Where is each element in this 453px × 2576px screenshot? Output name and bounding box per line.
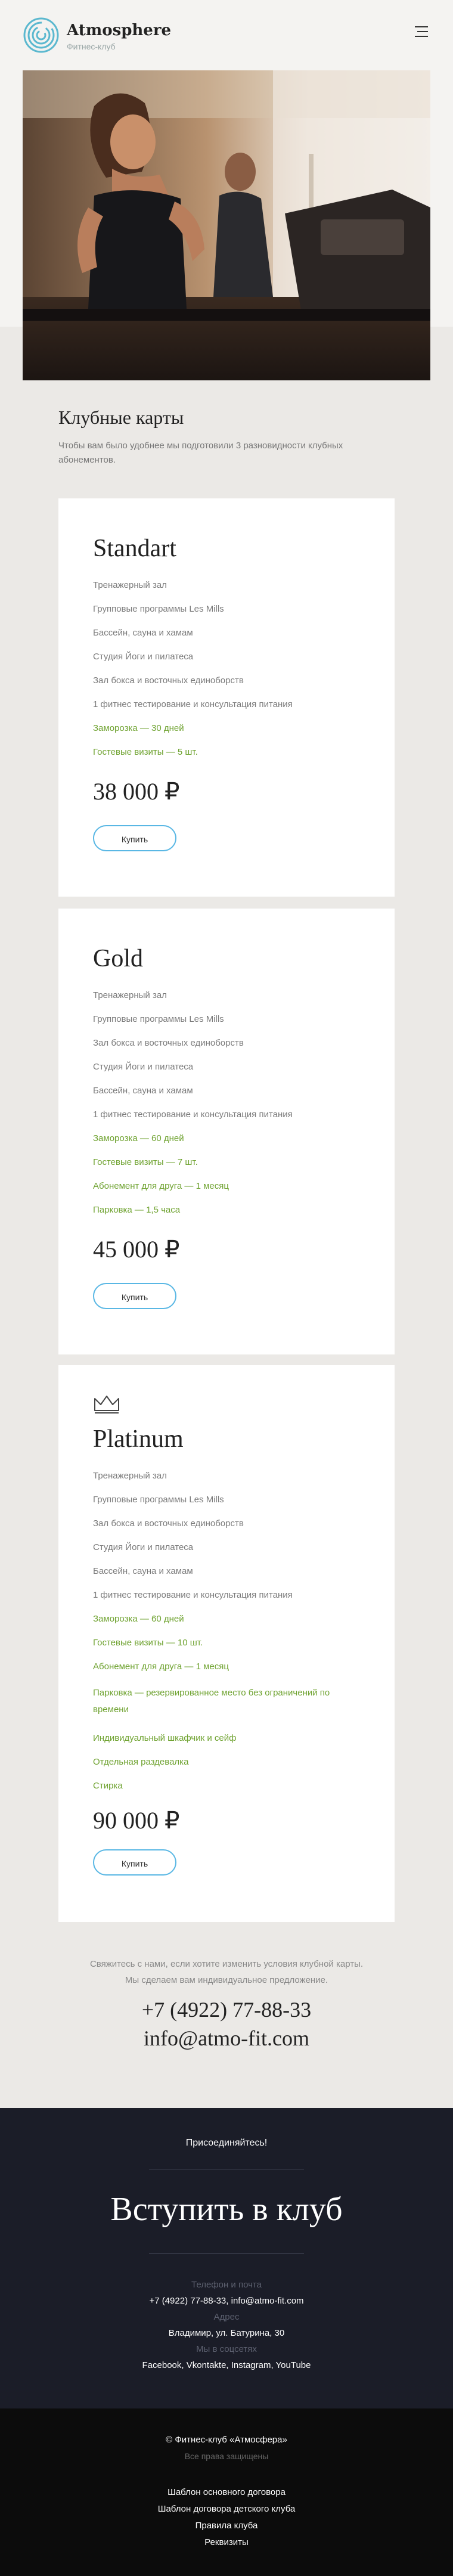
hero-image [23,70,430,380]
plan-feature: Зал бокса и восточных единоборств [93,675,244,686]
plan-feature: Зал бокса и восточных единоборств [93,1038,244,1048]
plan-feature: Гостевые визиты — 10 шт. [93,1638,203,1648]
site-footer: © Фитнес-клуб «Атмосфера» Все права защи… [0,2408,453,2576]
social-links[interactable]: Facebook, Vkontakte, Instagram, YouTube [0,2360,453,2370]
plan-feature: Бассейн, сауна и хамам [93,628,193,638]
plan-card-platinum: Platinum Тренажерный зал Групповые прогр… [58,1365,395,1922]
plan-feature: Бассейн, сауна и хамам [93,1086,193,1096]
plan-feature: Тренажерный зал [93,990,167,1000]
plan-feature: Тренажерный зал [93,1471,167,1481]
plan-feature: Студия Йоги и пилатеса [93,1062,194,1072]
plan-name: Platinum [93,1425,184,1453]
plan-feature: Заморозка — 30 дней [93,723,184,733]
plan-feature: Зал бокса и восточных единоборств [93,1518,244,1529]
plan-card-standart: Standart Тренажерный зал Групповые прогр… [58,498,395,897]
plan-feature: Групповые программы Les Mills [93,1014,224,1024]
section-subtitle: Чтобы вам было удобнее мы подготовили 3 … [58,441,343,465]
plan-feature: Индивидуальный шкафчик и сейф [93,1733,237,1743]
address-value: Владимир, ул. Батурина, 30 [168,2328,285,2338]
logo-icon[interactable] [23,17,60,54]
plan-price: 38 000 ₽ [93,778,180,805]
site-header: Atmosphere Фитнес-клуб [0,0,453,70]
join-section: Присоединяйтесь! Вступить в клуб Телефон… [0,2108,453,2408]
plan-feature: Заморозка — 60 дней [93,1614,184,1624]
phone-link[interactable]: +7 (4922) 77-88-33 [0,1997,453,2022]
buy-button[interactable]: Купить [93,825,176,851]
plan-feature: Студия Йоги и пилатеса [93,1542,194,1552]
brand-name[interactable]: Atmosphere [67,21,171,39]
footer-link[interactable]: Правила клуба [0,2521,453,2531]
footer-link[interactable]: Шаблон договора детского клуба [0,2504,453,2514]
plan-feature: 1 фитнес тестирование и консультация пит… [93,1590,293,1600]
email-link[interactable]: info@atmo-fit.com [0,2026,453,2051]
plan-name: Standart [93,535,176,562]
contacts-value[interactable]: +7 (4922) 77-88-33, info@atmo-fit.com [0,2296,453,2306]
contact-note: Свяжитесь с нами, если хотите изменить у… [0,1956,453,1988]
crown-icon [94,1396,119,1413]
plan-feature: Студия Йоги и пилатеса [93,652,194,662]
plan-card-gold: Gold Тренажерный зал Групповые программы… [58,909,395,1354]
hero-section [0,70,453,380]
buy-button[interactable]: Купить [93,1849,176,1876]
social-label: Мы в соцсетях [196,2344,257,2354]
plan-feature: Тренажерный зал [93,580,167,590]
plan-feature: Стирка [93,1781,123,1791]
plan-feature: Заморозка — 60 дней [93,1133,184,1143]
rights-reserved: Все права защищены [184,2451,269,2461]
join-title[interactable]: Вступить в клуб [0,2190,453,2228]
plan-feature: Гостевые визиты — 5 шт. [93,747,198,757]
plan-feature: Гостевые визиты — 7 шт. [93,1157,198,1167]
footer-link[interactable]: Шаблон основного договора [0,2487,453,2497]
plan-feature: Парковка — 1,5 часа [93,1205,181,1215]
plan-feature: Абонемент для друга — 1 месяц [93,1181,229,1191]
plan-feature: 1 фитнес тестирование и консультация пит… [93,1109,293,1120]
contact-note-line: Свяжитесь с нами, если хотите изменить у… [89,1959,364,1969]
plan-feature: Групповые программы Les Mills [93,604,224,614]
plan-feature: Групповые программы Les Mills [93,1495,224,1505]
contacts-label: Телефон и почта [191,2280,262,2290]
plan-feature: Абонемент для друга — 1 месяц [93,1661,229,1672]
copyright: © Фитнес-клуб «Атмосфера» [166,2435,287,2445]
divider [149,2253,304,2254]
address-label: Адрес [213,2312,240,2322]
footer-link[interactable]: Реквизиты [0,2537,453,2547]
brand-subtitle: Фитнес-клуб [67,42,116,51]
buy-button[interactable]: Купить [93,1283,176,1309]
plan-price: 45 000 ₽ [93,1236,180,1263]
plan-feature: Отдельная раздевалка [93,1757,189,1767]
contact-note-line: Мы сделаем вам индивидуальное предложени… [125,1975,328,1985]
plan-price: 90 000 ₽ [93,1807,180,1834]
menu-icon[interactable] [415,26,428,37]
plan-feature: 1 фитнес тестирование и консультация пит… [93,699,293,709]
plan-feature: Бассейн, сауна и хамам [93,1566,193,1576]
plan-name: Gold [93,945,143,972]
section-title: Клубные карты [58,407,184,428]
plan-feature: Парковка — резервированное место без огр… [93,1688,330,1715]
join-label: Присоединяйтесь! [185,2138,268,2148]
